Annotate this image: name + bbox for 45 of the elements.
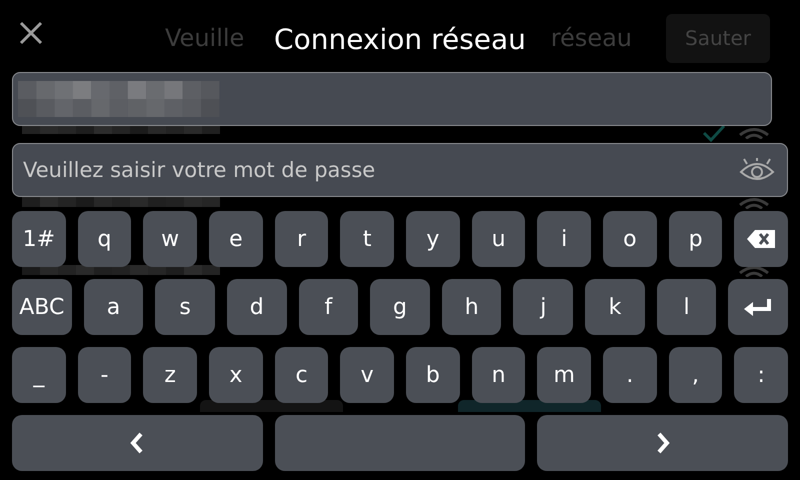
key[interactable]: x	[209, 347, 263, 403]
key[interactable]: y	[406, 211, 460, 267]
wifi-icon	[738, 127, 770, 139]
key[interactable]: -	[78, 347, 132, 403]
key[interactable]: ,	[668, 347, 722, 403]
enter-key-icon[interactable]	[743, 297, 774, 317]
key[interactable]: ABC	[12, 279, 72, 335]
key[interactable]: a	[84, 279, 144, 335]
page-title: Veuille	[165, 24, 244, 52]
key[interactable]: o	[603, 211, 657, 267]
key[interactable]: w	[143, 211, 198, 267]
key[interactable]: s	[155, 279, 215, 335]
key[interactable]: m	[537, 347, 592, 403]
key[interactable]: d	[226, 279, 287, 335]
key[interactable]: q	[78, 211, 132, 267]
close-icon[interactable]	[19, 21, 43, 45]
key[interactable]: r	[274, 211, 328, 267]
key[interactable]: b	[406, 347, 460, 403]
key[interactable]: u	[472, 211, 526, 267]
dialog-title: Connexion réseau	[274, 22, 526, 56]
key[interactable]: .	[603, 347, 657, 403]
page-title: réseau	[550, 24, 632, 52]
key[interactable]: p	[668, 211, 722, 267]
key[interactable]: _	[12, 347, 66, 403]
network-name-field[interactable]	[12, 72, 772, 126]
key[interactable]: l	[656, 279, 716, 335]
key[interactable]: f	[298, 279, 358, 335]
key[interactable]: k	[585, 279, 645, 335]
check-icon	[702, 124, 726, 142]
key[interactable]: :	[734, 347, 788, 403]
wifi-icon	[738, 265, 770, 277]
backspace-key-icon[interactable]	[746, 229, 776, 249]
key[interactable]: j	[513, 279, 574, 335]
key[interactable]: c	[274, 347, 328, 403]
key[interactable]: g	[370, 279, 430, 335]
key[interactable]: e	[209, 211, 263, 267]
key[interactable]: z	[143, 347, 198, 403]
key[interactable]: t	[340, 211, 394, 267]
eye-icon[interactable]	[739, 158, 775, 182]
key[interactable]: 1#	[12, 211, 66, 267]
key[interactable]: h	[442, 279, 502, 335]
key[interactable]: v	[340, 347, 394, 403]
wifi-icon	[738, 197, 770, 209]
key[interactable]: n	[472, 347, 526, 403]
key[interactable]: i	[537, 211, 592, 267]
